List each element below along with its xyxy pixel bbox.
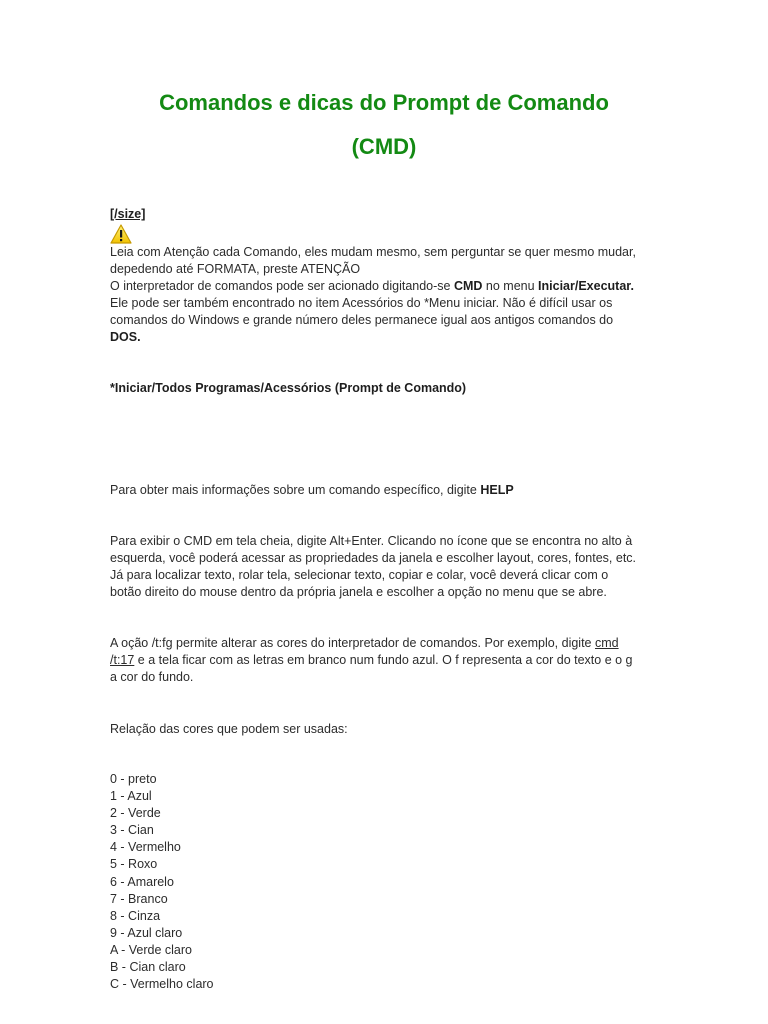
- cmd-link[interactable]: cmd: [595, 636, 619, 650]
- list-item: 3 - Cian: [110, 823, 154, 838]
- list-item: 7 - Branco: [110, 891, 168, 906]
- list-item: 1 - Azul: [110, 789, 152, 804]
- size-tag-text: [/size]: [110, 207, 146, 221]
- list-item: 5 - Roxo: [110, 857, 158, 872]
- color-list: 0 - preto 1 - Azul 2 - Verde 3 - Cian 4 …: [110, 771, 214, 993]
- text-line: Ele pode ser também encontrado no item A…: [110, 296, 613, 310]
- iniciar-executar-bold: Iniciar/Executar.: [538, 279, 634, 293]
- text-line: esquerda, você poderá acessar as proprie…: [110, 551, 637, 565]
- cmd-bold: CMD: [453, 279, 483, 293]
- text-span: A oção /t:fg permite alterar as cores do…: [110, 636, 595, 650]
- list-item: B - Cian claro: [110, 960, 186, 975]
- text-line: botão direito do mouse dentro da própria…: [110, 585, 607, 599]
- text-line: Leia com Atenção cada Comando, eles muda…: [110, 245, 636, 259]
- menu-path: *Iniciar/Todos Programas/Acessórios (Pro…: [110, 381, 467, 395]
- size-tag: [/size]: [110, 206, 670, 223]
- list-item: 8 - Cinza: [110, 908, 161, 923]
- help-paragraph: Para obter mais informações sobre um com…: [110, 482, 670, 499]
- list-item: C - Vermelho claro: [110, 977, 214, 992]
- text-line: depedendo até FORMATA, preste ATENÇÃO: [110, 262, 361, 276]
- dos-bold: DOS.: [110, 330, 141, 344]
- colors-intro: Relação das cores que podem ser usadas:: [110, 722, 348, 736]
- warning-triangle-icon: [110, 224, 132, 244]
- document-page: Comandos e dicas do Prompt de Comando (C…: [0, 0, 768, 1024]
- text-line: O interpretador de comandos pode ser aci…: [110, 278, 670, 295]
- list-item: 9 - Azul claro: [110, 925, 183, 940]
- page-title: Comandos e dicas do Prompt de Comando: [159, 90, 609, 115]
- warning-paragraph: Leia com Atenção cada Comando, eles muda…: [110, 244, 670, 346]
- t17-link[interactable]: /t:17: [110, 653, 134, 667]
- help-bold: HELP: [480, 483, 514, 497]
- text-line: Já para localizar texto, rolar tela, sel…: [110, 568, 609, 582]
- text-line: Para exibir o CMD em tela cheia, digite …: [110, 534, 633, 548]
- list-item: A - Verde claro: [110, 942, 192, 957]
- text-span: O interpretador de comandos pode ser aci…: [110, 279, 454, 293]
- text-span: e a tela ficar com as letras em branco n…: [134, 653, 633, 667]
- text-line: /t:17 e a tela ficar com as letras em br…: [110, 652, 670, 669]
- text-line: A oção /t:fg permite alterar as cores do…: [110, 635, 670, 652]
- list-item: 4 - Vermelho: [110, 840, 181, 855]
- color-option-paragraph: A oção /t:fg permite alterar as cores do…: [110, 635, 670, 686]
- list-item: 0 - preto: [110, 772, 157, 786]
- fullscreen-paragraph: Para exibir o CMD em tela cheia, digite …: [110, 533, 670, 601]
- list-item: 2 - Verde: [110, 806, 161, 821]
- text-span: no menu: [482, 279, 539, 293]
- text-line: a cor do fundo.: [110, 670, 194, 684]
- text-line: comandos do Windows e grande número dele…: [110, 313, 614, 327]
- list-item: 6 - Amarelo: [110, 874, 174, 889]
- page-title-subtitle: (CMD): [351, 134, 417, 159]
- text-span: Para obter mais informações sobre um com…: [110, 483, 481, 497]
